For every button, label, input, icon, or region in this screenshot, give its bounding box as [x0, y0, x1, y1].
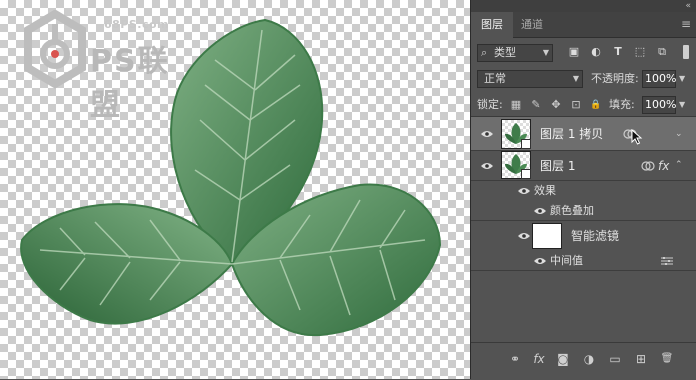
delete-layer-icon[interactable]: 🗑	[659, 351, 675, 367]
new-layer-icon[interactable]: ⊞	[633, 351, 649, 367]
layers-panel: « 图层 通道 ≡ ⌕ 类型 ▼ ▣ ◐ T ⬚ ⧉ 正常 ▼ 不透明度: 10…	[470, 0, 696, 380]
fill-input[interactable]: 100%	[642, 96, 676, 114]
pixel-filter-icon[interactable]: ▣	[567, 45, 581, 59]
blend-opacity-row: 正常 ▼ 不透明度: 100% ▼	[471, 68, 696, 90]
panel-tabs: 图层 通道 ≡	[471, 12, 696, 38]
layer-effects-fx-icon[interactable]: fx	[658, 159, 669, 173]
chevron-down-icon[interactable]: ▼	[679, 97, 685, 113]
search-icon: ⌕	[481, 46, 488, 59]
fill-label: 填充:	[609, 98, 635, 111]
eye-icon[interactable]	[518, 187, 530, 195]
layer-row-copy[interactable]: 图层 1 拷贝 ⌄	[471, 117, 696, 151]
tab-layers[interactable]: 图层	[471, 12, 513, 38]
effect-name[interactable]: 颜色叠加	[550, 204, 594, 218]
add-layer-style-icon[interactable]: fx	[531, 351, 547, 367]
new-group-icon[interactable]: ▭	[607, 351, 623, 367]
opacity-label: 不透明度:	[591, 72, 639, 85]
smart-object-filter-icon[interactable]: ⧉	[655, 45, 669, 59]
eye-icon[interactable]	[481, 162, 493, 170]
link-layers-icon[interactable]: ⚭	[507, 351, 523, 367]
lock-transparent-pixels-icon[interactable]: ▦	[509, 97, 523, 113]
filter-toggle-switch[interactable]	[683, 45, 689, 59]
mouse-cursor-icon	[631, 129, 643, 145]
type-filter-icon[interactable]: T	[611, 45, 625, 59]
panel-title-bar: «	[471, 0, 696, 12]
smart-filter-link-icon	[641, 161, 655, 171]
lock-label: 锁定:	[477, 98, 503, 111]
opacity-input[interactable]: 100%	[642, 70, 676, 88]
smart-object-badge-icon	[521, 139, 531, 149]
chevron-down-icon[interactable]: ⌄	[675, 128, 683, 140]
layer-filter-row: ⌕ 类型 ▼ ▣ ◐ T ⬚ ⧉	[471, 42, 696, 64]
panel-menu-icon[interactable]: ≡	[681, 18, 691, 30]
chevron-down-icon[interactable]: ▼	[679, 71, 685, 87]
shape-filter-icon[interactable]: ⬚	[633, 45, 647, 59]
effects-row[interactable]: 效果	[471, 181, 696, 201]
layer-name[interactable]: 图层 1 拷贝	[540, 127, 603, 141]
smart-filters-label: 智能滤镜	[571, 229, 620, 243]
filter-name[interactable]: 中间值	[550, 254, 583, 268]
add-mask-icon[interactable]: ◙	[555, 351, 571, 367]
eye-icon[interactable]	[534, 257, 546, 265]
layer-row-1[interactable]: 图层 1 fx ⌃	[471, 151, 696, 181]
layer-thumbnail[interactable]	[501, 119, 531, 149]
effect-color-overlay-row[interactable]: 颜色叠加	[471, 201, 696, 221]
filter-kind-label: 类型	[494, 46, 516, 59]
smart-object-badge-icon	[521, 169, 531, 179]
layer-thumbnail[interactable]	[501, 151, 531, 179]
adjustment-filter-icon[interactable]: ◐	[589, 45, 603, 59]
lock-position-icon[interactable]: ✥	[549, 97, 563, 113]
filter-blending-options-icon[interactable]	[661, 256, 673, 266]
panel-footer: ⚭ fx ◙ ◑ ▭ ⊞ 🗑	[471, 342, 696, 380]
filter-kind-select[interactable]: ⌕ 类型 ▼	[477, 44, 553, 62]
smart-filter-mask-thumbnail[interactable]	[532, 223, 562, 249]
filter-median-row[interactable]: 中间值	[471, 251, 696, 271]
layers-list: 图层 1 拷贝 ⌄ 图层 1 fx ⌃ 效果 颜色叠加 智能滤镜 中间值	[471, 117, 696, 342]
document-canvas[interactable]: 68PS.com PS联盟	[0, 0, 470, 379]
lock-fill-row: 锁定: ▦ ✎ ✥ ⊡ 🔒 填充: 100% ▼	[471, 94, 696, 117]
lock-all-icon[interactable]: 🔒	[589, 97, 603, 113]
eye-icon[interactable]	[481, 130, 493, 138]
chevron-down-icon: ▼	[542, 48, 549, 57]
eye-icon[interactable]	[518, 232, 530, 240]
smart-filters-row[interactable]: 智能滤镜	[471, 221, 696, 251]
chevron-down-icon: ▼	[572, 74, 579, 83]
strawberry-leaf-image	[20, 18, 442, 337]
lock-image-pixels-icon[interactable]: ✎	[529, 97, 543, 113]
blend-mode-select[interactable]: 正常 ▼	[477, 70, 583, 88]
tab-channels[interactable]: 通道	[511, 12, 553, 38]
chevron-up-icon[interactable]: ⌃	[675, 159, 683, 171]
blend-mode-value: 正常	[484, 72, 506, 85]
collapse-panel-icon[interactable]: «	[685, 0, 691, 12]
effects-label: 效果	[534, 184, 556, 197]
new-adjustment-layer-icon[interactable]: ◑	[581, 351, 597, 367]
layer-name[interactable]: 图层 1	[540, 159, 575, 173]
eye-icon[interactable]	[534, 207, 546, 215]
lock-artboard-icon[interactable]: ⊡	[569, 97, 583, 113]
